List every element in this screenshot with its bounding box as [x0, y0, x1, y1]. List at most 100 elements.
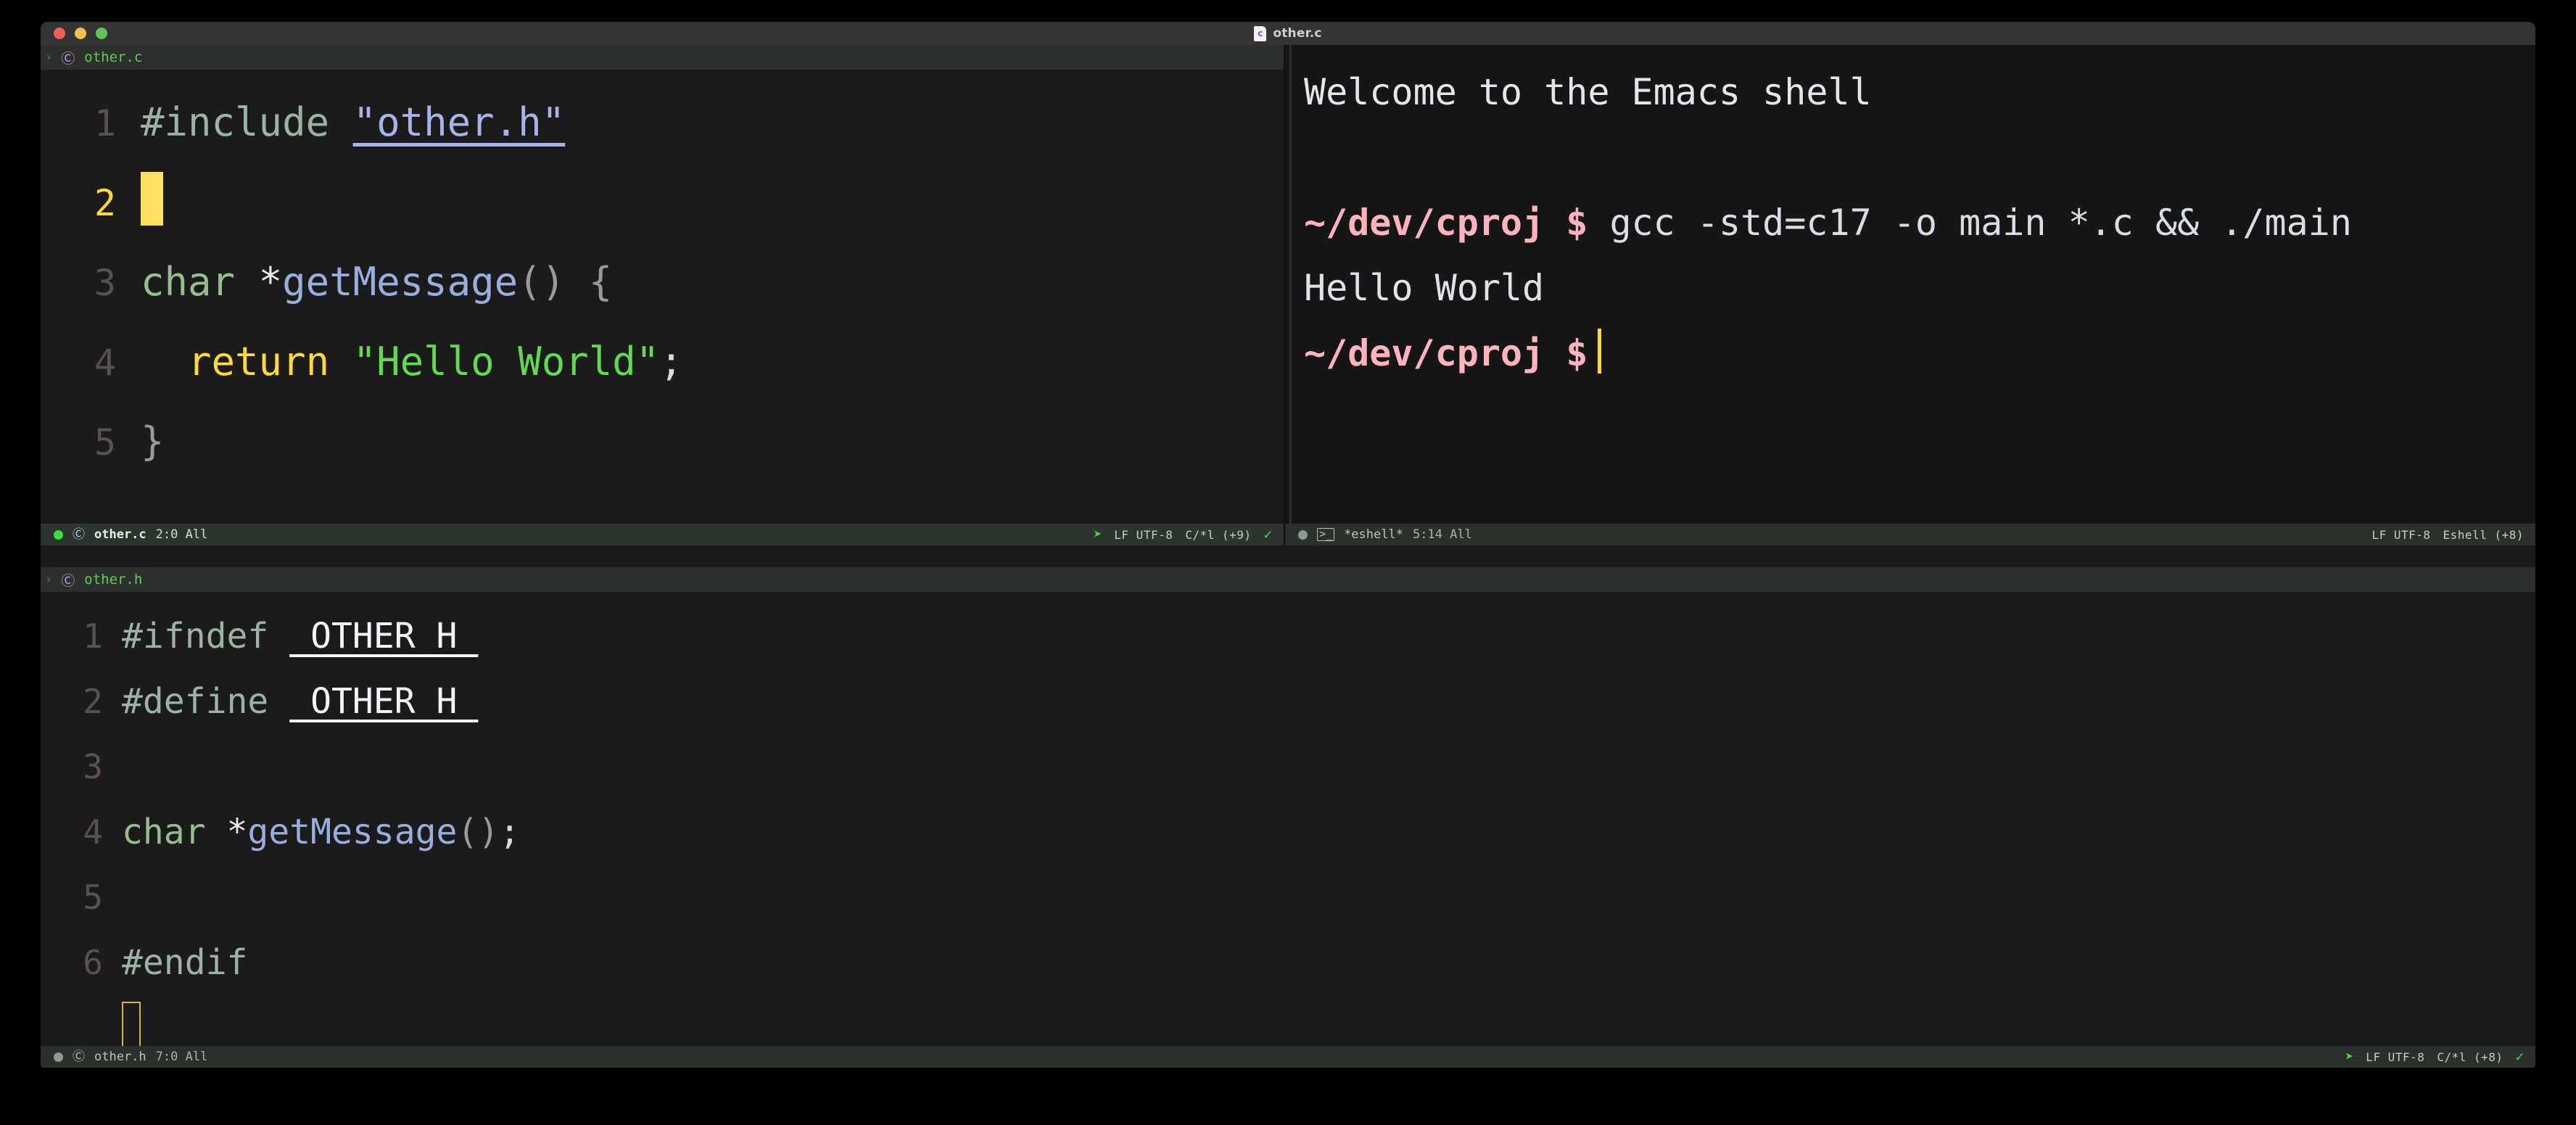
header-line-buffer-name: other.h: [84, 572, 143, 588]
code-line-content: char *getMessage() {: [141, 242, 612, 322]
screen: c other.c › Ⓒ other.c 1 #include "other.h…: [0, 0, 2576, 1125]
check-icon: ✓: [1263, 527, 1272, 543]
code-area-other-c[interactable]: 1 #include "other.h" 2 3 char *getMessage() …: [41, 70, 1284, 524]
eshell-pane: Welcome to the Emacs shell ~/dev/cproj $…: [1285, 45, 2535, 545]
code-token: #define: [122, 681, 290, 722]
modeline-major-mode: C/*l (+9): [1185, 527, 1252, 542]
code-line[interactable]: 4 return "Hello World";: [41, 322, 1284, 402]
line-number: 3: [94, 262, 116, 304]
modeline-buffer-name: *eshell*: [1344, 527, 1403, 542]
code-token: char: [122, 812, 227, 852]
code-line-content: #ifndef _OTHER_H_: [122, 603, 478, 669]
modeline-buffer-name: other.h: [94, 1050, 146, 1064]
left-fringe: [41, 70, 48, 524]
code-line-content: #endif: [122, 930, 247, 995]
modeline-encoding: LF UTF-8: [2366, 1050, 2425, 1064]
c-file-icon: c: [1254, 25, 1267, 41]
eshell-prompt: ~/dev/cproj $: [1304, 202, 1588, 244]
zoom-button[interactable]: [96, 28, 107, 39]
code-line[interactable]: 1 #ifndef _OTHER_H_: [41, 603, 2535, 669]
c-lang-icon: Ⓒ: [61, 50, 75, 67]
eshell-output-area[interactable]: Welcome to the Emacs shell ~/dev/cproj $…: [1285, 45, 2535, 524]
code-token: #include: [141, 99, 353, 145]
code-token: *: [226, 812, 248, 852]
traffic-light-group: [54, 28, 107, 39]
code-line[interactable]: 5: [41, 865, 2535, 930]
code-token: getMessage: [247, 812, 458, 852]
header-line-other-c[interactable]: › Ⓒ other.c: [41, 45, 1284, 70]
code-token: () {: [518, 259, 613, 305]
c-lang-icon: Ⓒ: [73, 527, 85, 542]
eshell-prompt: ~/dev/cproj $: [1304, 332, 1588, 374]
header-line-other-h[interactable]: › Ⓒ other.h: [41, 567, 2535, 592]
chevron-right-icon: ›: [45, 572, 53, 587]
code-area-other-h[interactable]: 1 #ifndef _OTHER_H_ 2 #define _OTHER_H_ 3 4 ch…: [41, 592, 2535, 1046]
eshell-output-text: Hello World: [1304, 267, 1545, 309]
code-line[interactable]: 5}: [41, 402, 1284, 482]
rocket-icon: ➤: [2345, 1049, 2354, 1065]
text-cursor-inactive: [122, 1002, 141, 1046]
rocket-icon: ➤: [1093, 527, 1102, 543]
code-token: return: [141, 339, 353, 384]
code-token: _OTHER_H_: [289, 681, 479, 722]
code-token: *: [258, 259, 283, 305]
code-token: "Hello World": [352, 339, 660, 384]
code-token: }: [141, 419, 165, 464]
editor-pane-other-h: › Ⓒ other.h 1 #ifndef _OTHER_H_ 2 #define _…: [41, 567, 2535, 1068]
modeline-encoding: LF UTF-8: [1114, 527, 1173, 542]
code-token: "other.h": [352, 99, 566, 145]
code-line-content: [141, 162, 163, 242]
line-number: 5: [83, 878, 103, 917]
code-line[interactable]: 1 #include "other.h": [41, 83, 1284, 162]
eshell-welcome: Welcome to the Emacs shell: [1304, 71, 1872, 113]
line-number: 4: [83, 812, 103, 852]
c-lang-icon: Ⓒ: [61, 572, 75, 589]
header-line-buffer-name: other.c: [84, 49, 143, 65]
code-token: ;: [499, 812, 521, 852]
top-split-row: › Ⓒ other.c 1 #include "other.h" 2 3 char *g…: [41, 45, 2535, 545]
close-button[interactable]: [54, 28, 65, 39]
code-line-content: char *getMessage();: [122, 799, 520, 865]
eshell-blank-line: [1304, 125, 2535, 190]
window-title: other.c: [1273, 26, 1322, 41]
code-line-content: }: [141, 402, 165, 482]
eshell-output-line[interactable]: Hello World: [1304, 255, 2535, 321]
line-number: 1: [94, 102, 116, 144]
code-line[interactable]: 2: [41, 162, 1284, 242]
left-fringe: [41, 592, 48, 1046]
code-line[interactable]: 3: [41, 734, 2535, 799]
modeline-major-mode: Eshell (+8): [2443, 527, 2524, 542]
eshell-prompt-line[interactable]: ~/dev/cproj $: [1304, 321, 2535, 386]
modeline-position: 5:14 All: [1412, 527, 1472, 542]
eshell-prompt-line[interactable]: ~/dev/cproj $ gcc -std=c17 -o main *.c &…: [1304, 190, 2535, 255]
modeline-position: 2:0 All: [155, 527, 208, 542]
modeline-major-mode: C/*l (+8): [2437, 1050, 2503, 1064]
check-icon: ✓: [2515, 1049, 2524, 1065]
modeline-eshell: >_ *eshell* 5:14 All LF UTF-8 Eshell (+8…: [1285, 524, 2535, 545]
modeline-buffer-name: other.c: [94, 527, 146, 542]
code-token: _OTHER_H_: [289, 616, 479, 656]
code-line-content: #include "other.h": [141, 83, 565, 162]
code-line[interactable]: 3 char *getMessage() {: [41, 242, 1284, 322]
code-token: getMessage: [282, 259, 519, 305]
terminal-icon: >_: [1317, 527, 1335, 542]
editor-pane-other-c: › Ⓒ other.c 1 #include "other.h" 2 3 char *g…: [41, 45, 1285, 545]
window-titlebar: c other.c: [41, 22, 2535, 46]
modeline-encoding: LF UTF-8: [2371, 527, 2431, 542]
code-line[interactable]: 6 #endif: [41, 930, 2535, 995]
code-line[interactable]: 2 #define _OTHER_H_: [41, 669, 2535, 734]
buffer-state-dot: [1298, 529, 1308, 540]
modeline-position: 7:0 All: [155, 1050, 208, 1064]
line-number: 1: [83, 617, 103, 656]
code-line[interactable]: 4 char *getMessage();: [41, 799, 2535, 865]
minimize-button[interactable]: [75, 28, 86, 39]
chevron-right-icon: ›: [45, 50, 53, 65]
c-lang-icon: Ⓒ: [73, 1049, 85, 1064]
text-cursor: [141, 172, 163, 226]
code-line[interactable]: [41, 995, 2535, 1046]
eshell-cursor: [1598, 329, 1602, 374]
emacs-window: c other.c › Ⓒ other.c 1 #include "other.h…: [41, 22, 2535, 1068]
line-number: 4: [94, 342, 116, 384]
eshell-command: gcc -std=c17 -o main *.c && ./main: [1588, 202, 2352, 244]
line-number: 2: [94, 182, 116, 224]
